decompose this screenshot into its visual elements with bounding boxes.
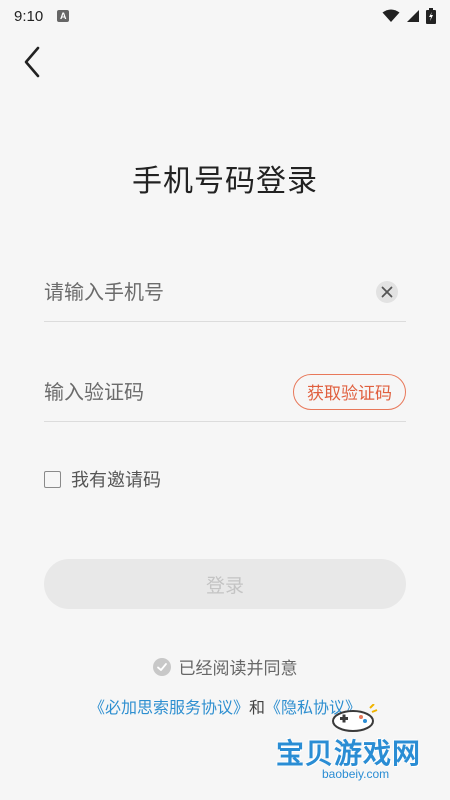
code-field-row: 获取验证码 — [44, 362, 406, 422]
invite-code-checkbox[interactable] — [44, 470, 61, 488]
notification-icon: A — [57, 10, 70, 22]
conjunction-text: 和 — [248, 698, 265, 717]
phone-field-row — [44, 262, 406, 322]
verification-code-input[interactable] — [44, 371, 293, 412]
gamepad-icon — [332, 704, 378, 732]
get-code-button[interactable]: 获取验证码 — [293, 373, 406, 410]
page-title: 手机号码登录 — [132, 164, 318, 199]
clear-x-icon — [381, 286, 393, 297]
invite-code-label[interactable]: 我有邀请码 — [71, 466, 161, 492]
status-icons — [382, 8, 436, 24]
watermark-logo: 宝贝游戏网 baobeiy.com — [270, 704, 430, 792]
agreement-text: 已经阅读并同意 — [178, 659, 298, 679]
agreement-row: 已经阅读并同意 — [0, 654, 450, 679]
back-chevron-icon — [24, 46, 40, 78]
watermark-domain: baobeiy.com — [322, 767, 390, 781]
status-time: 9:10 — [14, 7, 44, 25]
phone-input[interactable] — [44, 271, 376, 312]
watermark-title: 宝贝游戏网 — [276, 737, 422, 770]
clear-phone-button[interactable] — [376, 280, 398, 303]
signal-icon — [407, 10, 419, 22]
back-button[interactable] — [18, 44, 48, 80]
battery-icon — [426, 8, 436, 24]
invite-code-row: 我有邀请码 — [44, 466, 161, 492]
service-agreement-link[interactable]: 《必加思索服务协议》 — [89, 698, 249, 717]
agree-checkbox[interactable] — [152, 657, 171, 676]
checkmark-icon — [156, 662, 167, 671]
status-bar: 9:10 A — [0, 0, 450, 32]
login-button[interactable]: 登录 — [44, 559, 406, 609]
wifi-icon — [382, 9, 400, 22]
